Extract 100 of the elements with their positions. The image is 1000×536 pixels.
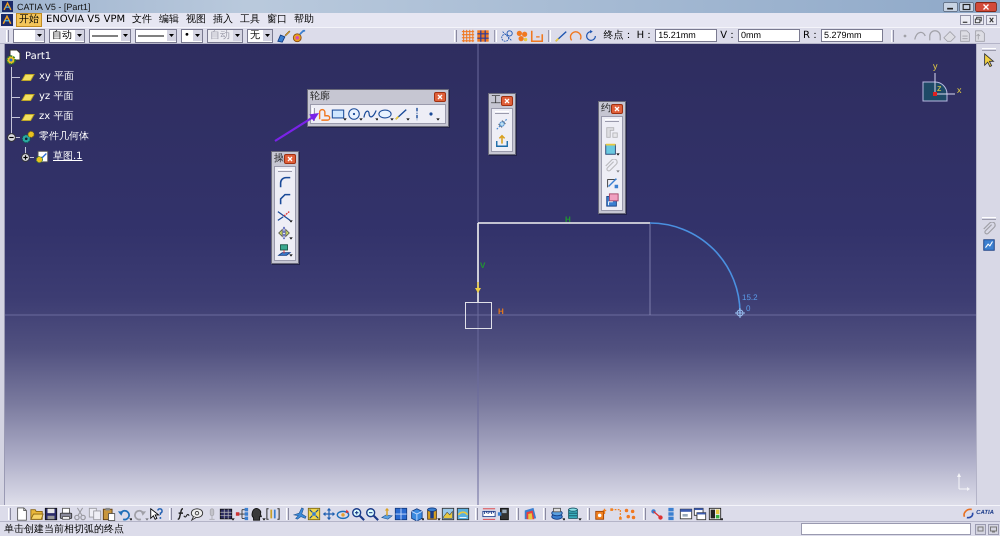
collapse-icon[interactable]: [7, 132, 16, 142]
swap-visible-icon[interactable]: [456, 506, 470, 520]
hide-show-icon[interactable]: [441, 506, 455, 520]
coordinate-field[interactable]: 0mm: [738, 29, 800, 42]
chart-window-icon[interactable]: [982, 238, 996, 252]
menu-item[interactable]: 工具: [237, 13, 264, 27]
paint-roller-icon[interactable]: [292, 28, 306, 42]
window-stack-icon[interactable]: [693, 506, 707, 520]
line-icon[interactable]: [394, 107, 410, 121]
line-style-dropdown[interactable]: [89, 28, 131, 42]
input-field[interactable]: [801, 523, 971, 535]
airplane-icon[interactable]: [292, 506, 306, 520]
close-icon[interactable]: [975, 2, 997, 12]
app-icon: [1, 14, 13, 26]
circle-icon[interactable]: [346, 107, 362, 121]
device-icon[interactable]: [496, 506, 510, 520]
tree-item[interactable]: xy 平面: [39, 70, 74, 84]
menu-item[interactable]: 编辑: [156, 13, 182, 27]
circle-arrow-icon[interactable]: [584, 28, 598, 42]
help-icon[interactable]: [149, 506, 163, 520]
dotted-corner-icon[interactable]: [608, 506, 622, 520]
block-sketch-icon[interactable]: [594, 506, 608, 520]
table-icon[interactable]: [219, 506, 235, 520]
dots-icon[interactable]: [623, 506, 637, 520]
close-icon[interactable]: [986, 15, 997, 25]
menu-item[interactable]: 插入: [210, 13, 236, 27]
coordinate-field[interactable]: 5.279mm: [821, 29, 883, 42]
projection-icon[interactable]: [277, 243, 293, 257]
color-dropdown[interactable]: [13, 28, 45, 42]
menu-item[interactable]: 文件: [129, 13, 156, 27]
tree-item[interactable]: Part1: [25, 50, 52, 64]
menu-item[interactable]: 开始: [16, 13, 42, 27]
expand-icon[interactable]: [21, 152, 30, 162]
bracket-icon[interactable]: [266, 506, 280, 520]
formula-icon[interactable]: [176, 506, 190, 520]
ellipse-icon[interactable]: [378, 107, 394, 121]
line-icon[interactable]: [554, 28, 568, 42]
dropdown[interactable]: 自动: [49, 28, 85, 42]
menu-item[interactable]: 窗口: [264, 13, 290, 27]
frame-icon[interactable]: [975, 524, 986, 534]
close-icon[interactable]: [434, 92, 446, 102]
cylinder-stack-icon[interactable]: [566, 506, 582, 520]
head-icon[interactable]: [250, 506, 266, 520]
dashed-circles-icon[interactable]: [500, 28, 514, 42]
minimize-icon[interactable]: [943, 2, 958, 12]
menu-item[interactable]: ENOVIA V5 VPM: [43, 13, 128, 27]
cursor-icon[interactable]: [982, 53, 996, 67]
folder-icon[interactable]: [30, 506, 44, 520]
restore-icon[interactable]: [973, 15, 984, 25]
menu-item[interactable]: 视图: [183, 13, 210, 27]
multi-view-icon[interactable]: [394, 506, 408, 520]
coordinate-field[interactable]: 15.21mm: [655, 29, 718, 42]
cube-icon[interactable]: [408, 506, 424, 520]
window-icon[interactable]: [678, 506, 692, 520]
tree-diagram-icon[interactable]: [235, 506, 250, 520]
axis-arrow: [475, 282, 481, 293]
trim-icon[interactable]: [277, 209, 293, 223]
connector-icon[interactable]: [650, 506, 664, 520]
frame-icon[interactable]: [988, 524, 999, 534]
zoom-out-icon[interactable]: [365, 506, 379, 520]
zoom-in-icon[interactable]: [350, 506, 364, 520]
dropdown[interactable]: •: [181, 28, 203, 42]
exit-workbench-icon[interactable]: [495, 134, 509, 148]
cylinder-icon[interactable]: [424, 506, 440, 520]
clipboard-icon[interactable]: [102, 506, 116, 520]
chamfer-icon[interactable]: [278, 192, 292, 206]
tile-window-icon[interactable]: [708, 506, 724, 520]
auto-constraint-icon[interactable]: [605, 193, 619, 207]
fit-all-icon[interactable]: [307, 506, 321, 520]
mirror-icon[interactable]: [277, 226, 293, 240]
snap-grid-icon[interactable]: [476, 28, 490, 42]
rectangle-icon[interactable]: [331, 107, 347, 121]
close-icon[interactable]: [284, 154, 296, 164]
rainbow-icon[interactable]: [523, 506, 537, 520]
sketch-icon: [35, 150, 49, 164]
menu-item[interactable]: 帮助: [291, 13, 318, 27]
printer-icon[interactable]: [58, 506, 72, 520]
document-icon[interactable]: [15, 506, 29, 520]
paint-brush-icon[interactable]: [276, 28, 291, 42]
close-icon[interactable]: [501, 96, 513, 106]
fix-box-icon[interactable]: [604, 142, 620, 156]
maximize-icon[interactable]: [959, 2, 974, 12]
pan-icon[interactable]: [322, 506, 336, 520]
disk-stack-icon[interactable]: [550, 506, 566, 520]
construction-element-icon[interactable]: [495, 117, 509, 131]
speech-bubble-icon[interactable]: [190, 506, 204, 520]
tree-item[interactable]: 零件几何体: [39, 130, 89, 144]
fillet-icon[interactable]: [278, 175, 292, 189]
close-icon[interactable]: [611, 104, 623, 114]
dropdown[interactable]: 无: [246, 28, 273, 42]
ruler-icon[interactable]: [482, 506, 496, 520]
tree-item[interactable]: 草图.1: [53, 150, 83, 164]
normal-view-icon[interactable]: [380, 506, 394, 520]
logo-icon: [962, 507, 976, 520]
dimension-edit-icon[interactable]: [605, 176, 619, 190]
line-style-dropdown[interactable]: [135, 28, 177, 42]
tree-item[interactable]: yz 平面: [39, 90, 74, 104]
tree-item[interactable]: zx 平面: [39, 110, 74, 124]
minimize-icon[interactable]: [960, 15, 971, 25]
compass-icon[interactable]: [921, 72, 955, 102]
